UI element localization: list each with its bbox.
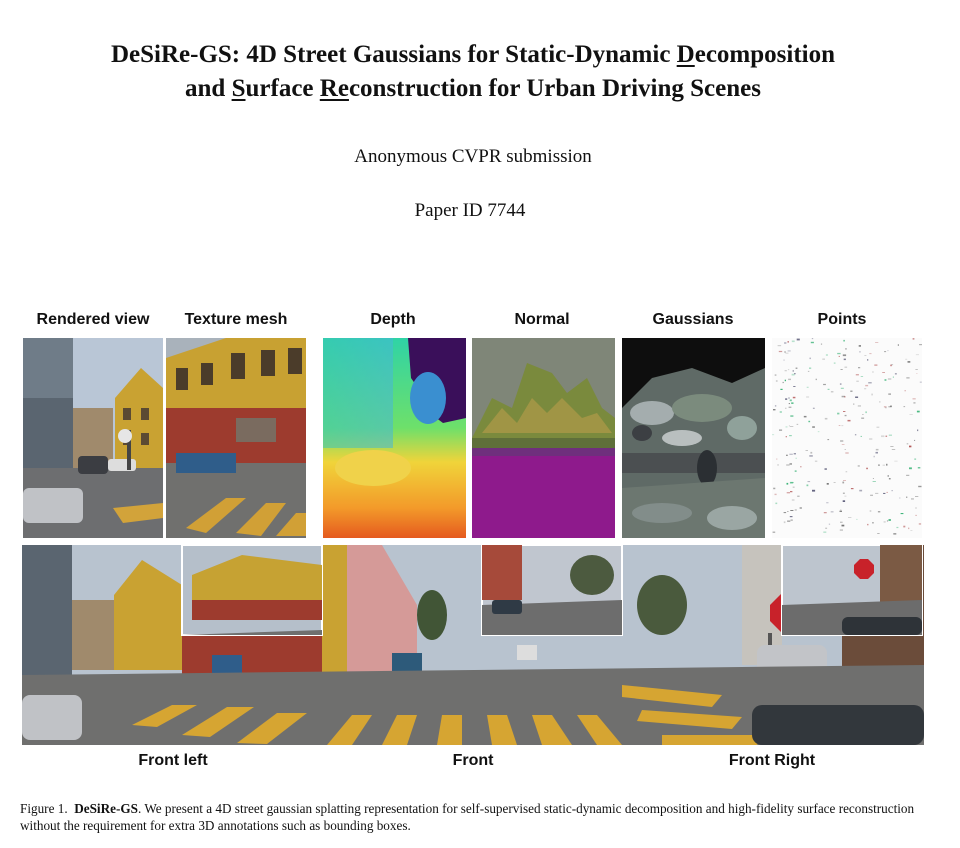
caption-text: . We present a 4D street gaussian splatt… [20,801,915,833]
title-underlined-s: S [231,75,246,102]
row-label-front-right: Front Right [728,752,816,769]
author-line: Anonymous CVPR submission [354,146,592,167]
column-label-rendered-view: Rendered view [36,311,150,328]
title-underlined-re: Re [319,75,349,102]
normal-map-image [472,338,615,538]
gaussians-image [622,338,765,538]
title-underlined-d: D [676,41,695,68]
column-label-gaussians: Gaussians [652,311,734,328]
column-label-points: Points [817,311,867,328]
front-cameras-panorama [22,545,924,745]
column-label-texture-mesh: Texture mesh [184,311,288,328]
points-image [772,338,922,538]
caption-prefix: Figure 1. [20,801,68,816]
caption-name: DeSiRe-GS [74,801,138,816]
title-text: and [185,75,232,102]
row-label-front: Front [452,752,494,769]
column-label-normal: Normal [514,311,570,328]
title-text: ecomposition [694,41,836,68]
column-label-depth: Depth [370,311,416,328]
row-label-front-left: Front left [138,752,208,769]
title-text: urface [245,75,320,102]
title-text: DeSiRe-GS: 4D Street Gaussians for Stati… [110,41,677,68]
paper-id: Paper ID 7744 [414,200,526,221]
depth-map-image [323,338,466,538]
rendered-view-image [23,338,163,538]
figure-caption: Figure 1. DeSiRe-GS. We present a 4D str… [20,800,940,834]
paper-title: DeSiRe-GS: 4D Street Gaussians for Stati… [0,38,946,106]
title-text: construction for Urban Driving Scenes [348,75,761,102]
texture-mesh-image [166,338,306,538]
